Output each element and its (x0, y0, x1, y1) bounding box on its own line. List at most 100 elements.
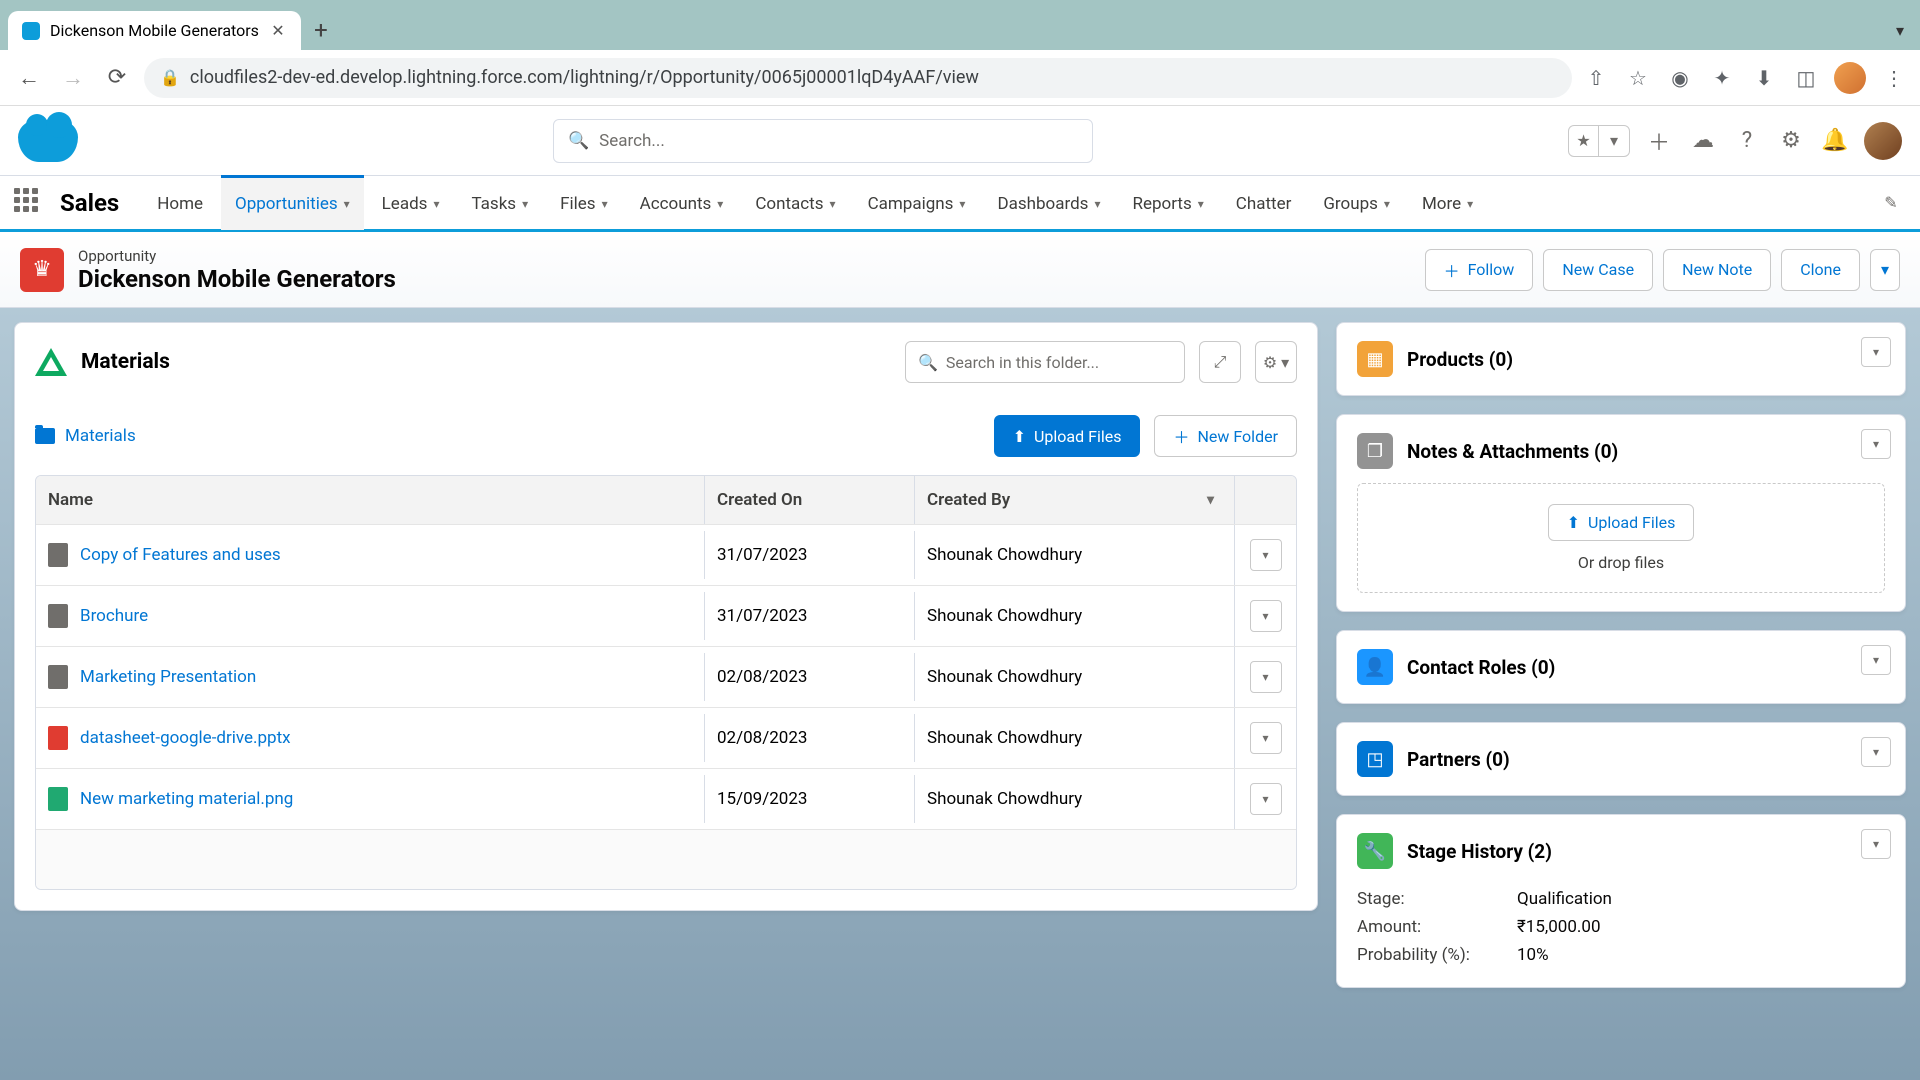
sidepanel-icon[interactable]: ◫ (1792, 64, 1820, 92)
file-name-link[interactable]: Copy of Features and uses (80, 545, 281, 565)
clone-button[interactable]: Clone (1781, 249, 1860, 291)
file-created-by: Shounak Chowdhury (914, 592, 1234, 640)
new-folder-button[interactable]: ＋New Folder (1154, 415, 1297, 457)
chevron-down-icon[interactable]: ▾ (717, 197, 723, 211)
downloads-icon[interactable]: ⬇ (1750, 64, 1778, 92)
probability-value: 10% (1517, 945, 1549, 965)
file-name-link[interactable]: datasheet-google-drive.pptx (80, 728, 291, 748)
chevron-down-icon[interactable]: ▾ (959, 197, 965, 211)
file-name-link[interactable]: New marketing material.png (80, 789, 293, 809)
tab-overflow-icon[interactable]: ▾ (1880, 11, 1920, 50)
notes-menu-button[interactable]: ▾ (1861, 429, 1891, 459)
chevron-down-icon[interactable]: ▾ (1198, 197, 1204, 211)
url-field[interactable]: 🔒 cloudfiles2-dev-ed.develop.lightning.f… (144, 58, 1572, 98)
plus-icon: ＋ (1173, 424, 1189, 448)
new-note-button[interactable]: New Note (1663, 249, 1771, 291)
col-name[interactable]: Name (36, 476, 704, 524)
notes-title[interactable]: Notes & Attachments (0) (1407, 440, 1618, 463)
favorites-combo[interactable]: ★ ▾ (1568, 125, 1630, 157)
nav-campaigns[interactable]: Campaigns▾ (854, 175, 980, 230)
reload-button[interactable]: ⟳ (100, 61, 134, 95)
materials-search-input[interactable]: 🔍 Search in this folder... (905, 341, 1185, 383)
row-actions-button[interactable]: ▾ (1250, 661, 1282, 693)
follow-button[interactable]: ＋Follow (1425, 249, 1534, 291)
nav-groups[interactable]: Groups▾ (1309, 175, 1404, 230)
user-avatar[interactable] (1864, 122, 1902, 160)
nav-contacts[interactable]: Contacts▾ (741, 175, 849, 230)
row-actions-button[interactable]: ▾ (1250, 600, 1282, 632)
nav-files[interactable]: Files▾ (546, 175, 621, 230)
back-button[interactable]: ← (12, 61, 46, 95)
trailhead-icon[interactable]: ☁ (1688, 126, 1718, 156)
browser-menu-icon[interactable]: ⋮ (1880, 64, 1908, 92)
salesforce-logo[interactable] (18, 120, 78, 162)
chevron-down-icon[interactable]: ▾ (433, 197, 439, 211)
file-name-link[interactable]: Marketing Presentation (80, 667, 256, 687)
settings-gear-icon[interactable]: ⚙ ▾ (1255, 341, 1297, 383)
col-created-on[interactable]: Created On (704, 476, 914, 524)
tab-close-icon[interactable]: ✕ (269, 22, 287, 40)
edit-nav-icon[interactable]: ✎ (1876, 188, 1906, 218)
share-icon[interactable]: ⇧ (1582, 64, 1610, 92)
setup-gear-icon[interactable]: ⚙ (1776, 126, 1806, 156)
app-launcher-icon[interactable] (14, 188, 44, 218)
breadcrumb[interactable]: Materials (35, 426, 136, 446)
forward-button[interactable]: → (56, 61, 90, 95)
chevron-down-icon[interactable]: ▾ (1384, 197, 1390, 211)
nav-dashboards[interactable]: Dashboards▾ (983, 175, 1114, 230)
row-actions-button[interactable]: ▾ (1250, 783, 1282, 815)
file-table: Name Created On Created By▾ Copy of Feat… (35, 475, 1297, 890)
row-actions-button[interactable]: ▾ (1250, 722, 1282, 754)
new-case-button[interactable]: New Case (1543, 249, 1653, 291)
chevron-down-icon[interactable]: ▾ (1094, 197, 1100, 211)
chevron-down-icon[interactable]: ▾ (1467, 197, 1473, 211)
partners-title[interactable]: Partners (0) (1407, 748, 1510, 771)
extension-eye-icon[interactable]: ◉ (1666, 64, 1694, 92)
nav-tasks[interactable]: Tasks▾ (457, 175, 542, 230)
nav-opportunities[interactable]: Opportunities▾ (221, 175, 364, 230)
chevron-down-icon[interactable]: ▾ (522, 197, 528, 211)
global-search-input[interactable]: 🔍 Search... (553, 119, 1093, 163)
stage-label: Stage: (1357, 889, 1517, 909)
profile-avatar[interactable] (1834, 62, 1866, 94)
contact-roles-menu-button[interactable]: ▾ (1861, 645, 1891, 675)
extensions-icon[interactable]: ✦ (1708, 64, 1736, 92)
stage-history-menu-button[interactable]: ▾ (1861, 829, 1891, 859)
products-menu-button[interactable]: ▾ (1861, 337, 1891, 367)
table-row: Marketing Presentation 02/08/2023 Shouna… (36, 646, 1296, 707)
notifications-bell-icon[interactable]: 🔔 (1820, 126, 1850, 156)
more-actions-button[interactable]: ▾ (1870, 249, 1900, 291)
bookmark-icon[interactable]: ☆ (1624, 64, 1652, 92)
file-created-on: 31/07/2023 (704, 531, 914, 579)
table-row: datasheet-google-drive.pptx 02/08/2023 S… (36, 707, 1296, 768)
col-created-by[interactable]: Created By▾ (914, 476, 1234, 524)
nav-more[interactable]: More▾ (1408, 175, 1487, 230)
expand-icon[interactable]: ⤢ (1199, 341, 1241, 383)
help-icon[interactable]: ? (1732, 126, 1762, 156)
global-add-icon[interactable]: ＋ (1644, 126, 1674, 156)
notes-upload-button[interactable]: ⬆Upload Files (1548, 504, 1695, 541)
upload-files-button[interactable]: ⬆Upload Files (994, 415, 1141, 457)
partners-card: ◳ Partners (0) ▾ (1336, 722, 1906, 796)
stage-history-title[interactable]: Stage History (2) (1407, 840, 1552, 863)
nav-reports[interactable]: Reports▾ (1118, 175, 1217, 230)
nav-home[interactable]: Home (143, 175, 217, 230)
chevron-down-icon[interactable]: ▾ (830, 197, 836, 211)
partners-menu-button[interactable]: ▾ (1861, 737, 1891, 767)
browser-tab[interactable]: Dickenson Mobile Generators ✕ (8, 11, 301, 50)
contact-roles-icon: 👤 (1357, 649, 1393, 685)
address-bar: ← → ⟳ 🔒 cloudfiles2-dev-ed.develop.light… (0, 50, 1920, 106)
products-title[interactable]: Products (0) (1407, 348, 1513, 371)
nav-accounts[interactable]: Accounts▾ (626, 175, 738, 230)
contact-roles-title[interactable]: Contact Roles (0) (1407, 656, 1555, 679)
chevron-down-icon[interactable]: ▾ (602, 197, 608, 211)
nav-chatter[interactable]: Chatter (1222, 175, 1306, 230)
row-actions-button[interactable]: ▾ (1250, 539, 1282, 571)
new-tab-button[interactable]: + (301, 10, 341, 50)
search-icon: 🔍 (918, 353, 938, 372)
chevron-down-icon[interactable]: ▾ (344, 197, 350, 211)
nav-leads[interactable]: Leads▾ (368, 175, 454, 230)
upload-drop-zone[interactable]: ⬆Upload Files Or drop files (1357, 483, 1885, 593)
file-name-link[interactable]: Brochure (80, 606, 148, 626)
table-row: Copy of Features and uses 31/07/2023 Sho… (36, 524, 1296, 585)
